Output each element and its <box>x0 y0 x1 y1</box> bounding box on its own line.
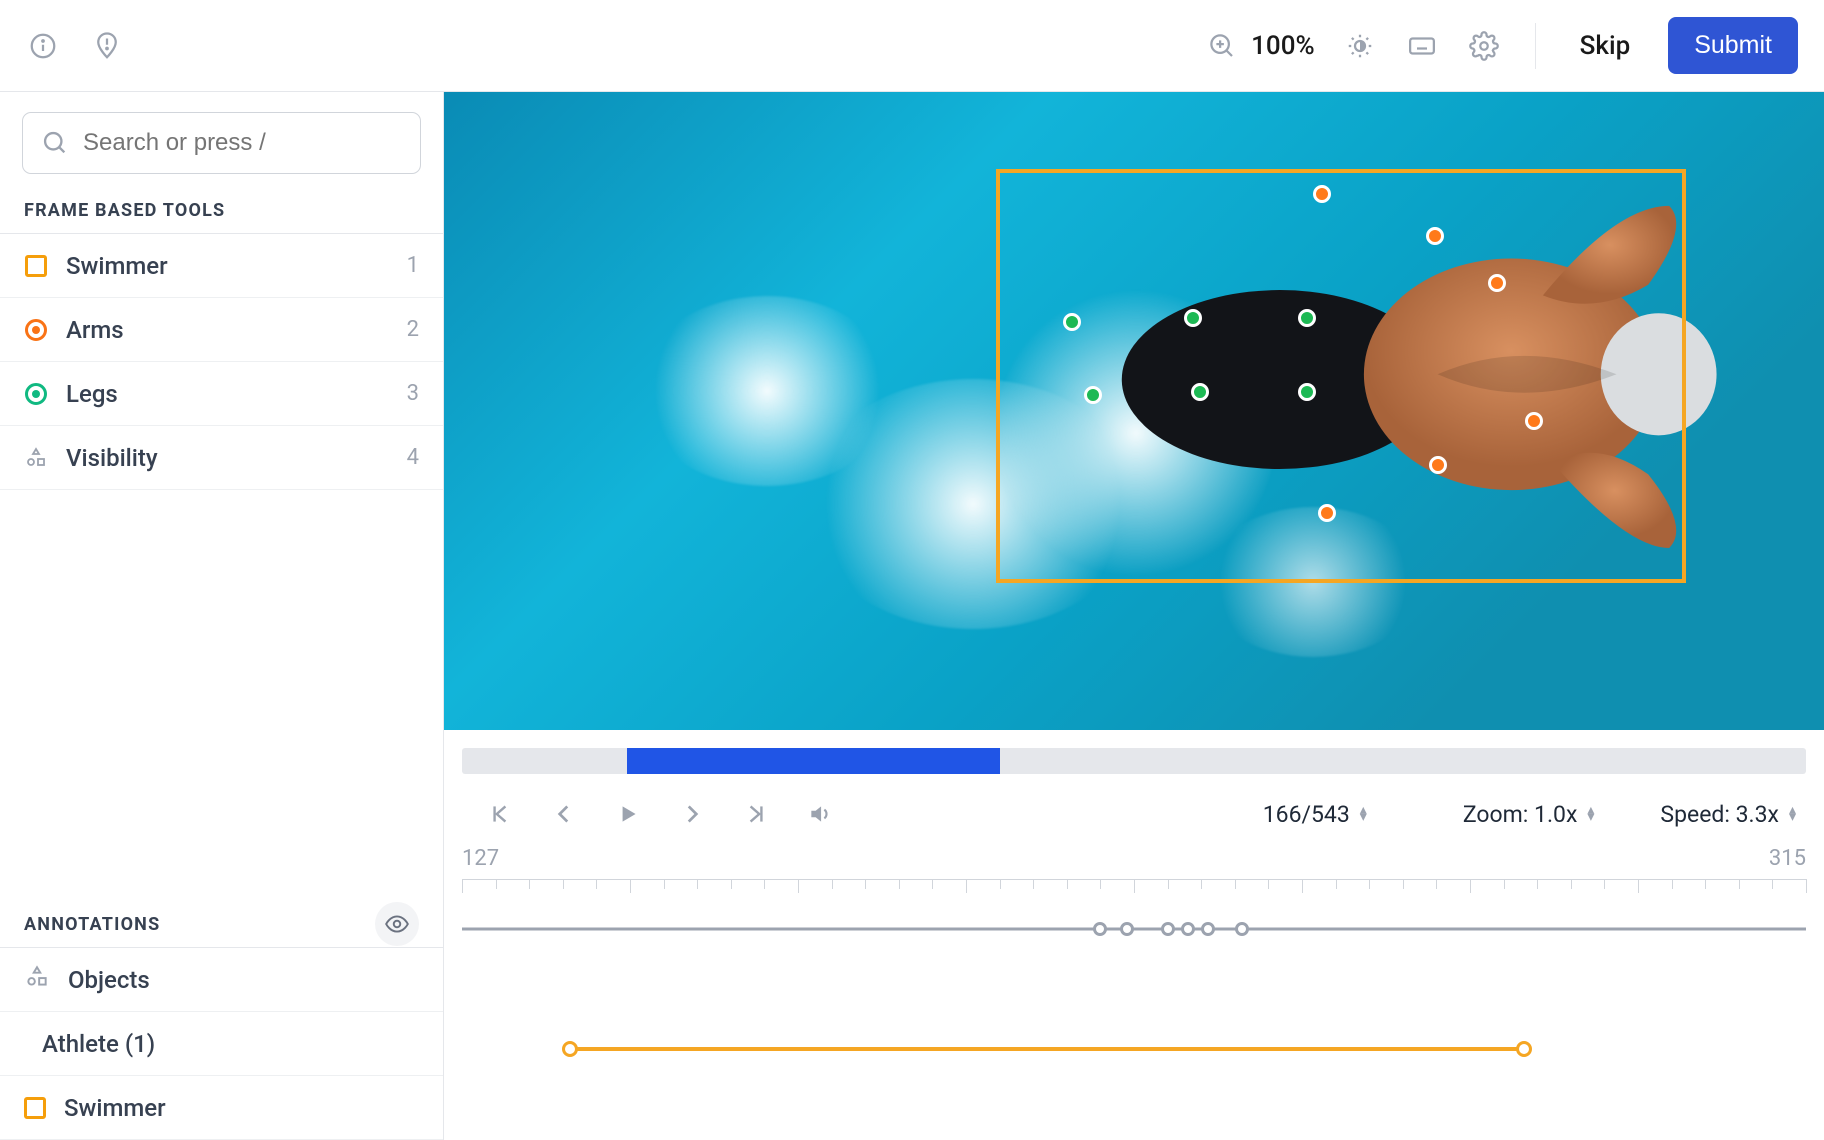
keypoint-orange[interactable] <box>1429 456 1447 474</box>
submit-button[interactable]: Submit <box>1668 17 1798 74</box>
eye-icon <box>384 911 410 937</box>
tool-hotkey: 2 <box>407 317 419 342</box>
timeline[interactable] <box>444 871 1824 1081</box>
tool-hotkey: 1 <box>407 253 419 278</box>
keypoint-orange[interactable] <box>1488 274 1506 292</box>
tool-label: Legs <box>66 380 389 408</box>
timeline-row-objects[interactable] <box>462 897 1806 961</box>
stepper-icon[interactable]: ▴▾ <box>1587 807 1594 821</box>
tool-swimmer[interactable]: Swimmer 1 <box>0 234 443 298</box>
tool-hotkey: 4 <box>407 445 419 470</box>
keyboard-icon[interactable] <box>1405 29 1439 63</box>
annot-label: Swimmer <box>64 1094 166 1122</box>
timeline-start: 127 <box>462 846 499 871</box>
keypoint-orange[interactable] <box>1318 504 1336 522</box>
search-icon <box>41 129 69 157</box>
zoom-group[interactable]: 100% <box>1205 29 1314 63</box>
annotations-section-title: ANNOTATIONS <box>24 914 375 935</box>
annot-objects[interactable]: Objects <box>0 948 443 1012</box>
stepper-icon[interactable]: ▴▾ <box>1789 807 1796 821</box>
issue-icon[interactable] <box>90 29 124 63</box>
jump-end-button[interactable] <box>728 792 784 836</box>
annot-label: Objects <box>68 966 150 994</box>
keypoint-green[interactable] <box>1298 309 1316 327</box>
info-icon[interactable] <box>26 29 60 63</box>
app-header: 100% Skip Submit <box>0 0 1824 92</box>
transport-controls: 166/543 ▴▾ Zoom: 1.0x ▴▾ Speed: 3.3x ▴▾ <box>444 774 1824 836</box>
header-left <box>26 29 124 63</box>
content: 166/543 ▴▾ Zoom: 1.0x ▴▾ Speed: 3.3x ▴▾ … <box>444 92 1824 1140</box>
keypoint-orange[interactable] <box>1525 412 1543 430</box>
timeline-keyframe[interactable] <box>1201 922 1215 936</box>
frame-label: 166/543 <box>1263 801 1350 828</box>
search-field[interactable] <box>83 129 402 157</box>
timeline-keyframe[interactable] <box>1235 922 1249 936</box>
next-frame-button[interactable] <box>664 792 720 836</box>
tool-hotkey: 3 <box>407 381 419 406</box>
classification-icon <box>24 964 50 996</box>
speed-control[interactable]: Speed: 3.3x ▴▾ <box>1660 801 1796 828</box>
timeline-range: 127 315 <box>444 836 1824 871</box>
keypoint-green[interactable] <box>1084 386 1102 404</box>
search-input[interactable] <box>22 112 421 174</box>
square-icon <box>24 1097 46 1119</box>
volume-button[interactable] <box>792 792 848 836</box>
timeline-keyframe[interactable] <box>1161 922 1175 936</box>
zoom-control[interactable]: Zoom: 1.0x ▴▾ <box>1463 801 1595 828</box>
annot-swimmer[interactable]: Swimmer <box>0 1076 443 1140</box>
keypoint-green[interactable] <box>1184 309 1202 327</box>
header-separator <box>1535 23 1536 69</box>
keypoint-orange[interactable] <box>1313 185 1331 203</box>
square-icon <box>24 254 48 278</box>
tool-visibility[interactable]: Visibility 4 <box>0 426 443 490</box>
stepper-icon[interactable]: ▴▾ <box>1360 807 1367 821</box>
keypoint-green[interactable] <box>1063 313 1081 331</box>
annotations-header: ANNOTATIONS <box>0 901 443 947</box>
toggle-visibility-button[interactable] <box>375 902 419 946</box>
annot-label: Athlete (1) <box>42 1030 155 1058</box>
bounding-box[interactable] <box>996 169 1686 584</box>
video-canvas[interactable] <box>444 92 1824 730</box>
keypoint-green[interactable] <box>1191 383 1209 401</box>
prev-frame-button[interactable] <box>536 792 592 836</box>
skip-button[interactable]: Skip <box>1570 31 1641 61</box>
timeline-keyframe[interactable] <box>1181 922 1195 936</box>
header-right: 100% Skip Submit <box>1205 17 1798 74</box>
play-button[interactable] <box>600 792 656 836</box>
keypoint-orange[interactable] <box>1426 227 1444 245</box>
tool-legs[interactable]: Legs 3 <box>0 362 443 426</box>
tool-arms[interactable]: Arms 2 <box>0 298 443 362</box>
tools-section-title: FRAME BASED TOOLS <box>0 194 443 233</box>
annot-athlete[interactable]: Athlete (1) <box>0 1012 443 1076</box>
timeline-keyframe[interactable] <box>1120 922 1134 936</box>
timeline-keyframe[interactable] <box>1093 922 1107 936</box>
speed-label: Speed: 3.3x <box>1660 801 1779 828</box>
tools-list: Swimmer 1 Arms 2 Legs 3 Visibility 4 <box>0 233 443 490</box>
seek-bar[interactable] <box>444 730 1824 774</box>
point-green-icon <box>24 382 48 406</box>
tool-label: Swimmer <box>66 252 389 280</box>
tool-label: Visibility <box>66 444 389 472</box>
tool-label: Arms <box>66 316 389 344</box>
point-orange-icon <box>24 318 48 342</box>
sidebar: FRAME BASED TOOLS Swimmer 1 Arms 2 Legs … <box>0 92 444 1140</box>
zoom-percent: 100% <box>1251 31 1314 61</box>
annotations-list: Objects Athlete (1) Swimmer <box>0 947 443 1140</box>
timeline-end: 315 <box>1769 846 1806 871</box>
timeline-row-swimmer[interactable] <box>462 1017 1806 1081</box>
timeline-row-athlete[interactable] <box>462 961 1806 1017</box>
keypoint-green[interactable] <box>1298 383 1316 401</box>
exposure-icon[interactable] <box>1343 29 1377 63</box>
jump-start-button[interactable] <box>472 792 528 836</box>
frame-counter[interactable]: 166/543 ▴▾ <box>1263 801 1367 828</box>
gear-icon[interactable] <box>1467 29 1501 63</box>
zoom-in-icon[interactable] <box>1205 29 1239 63</box>
classification-icon <box>24 446 48 470</box>
zoom-label: Zoom: 1.0x <box>1463 801 1578 828</box>
